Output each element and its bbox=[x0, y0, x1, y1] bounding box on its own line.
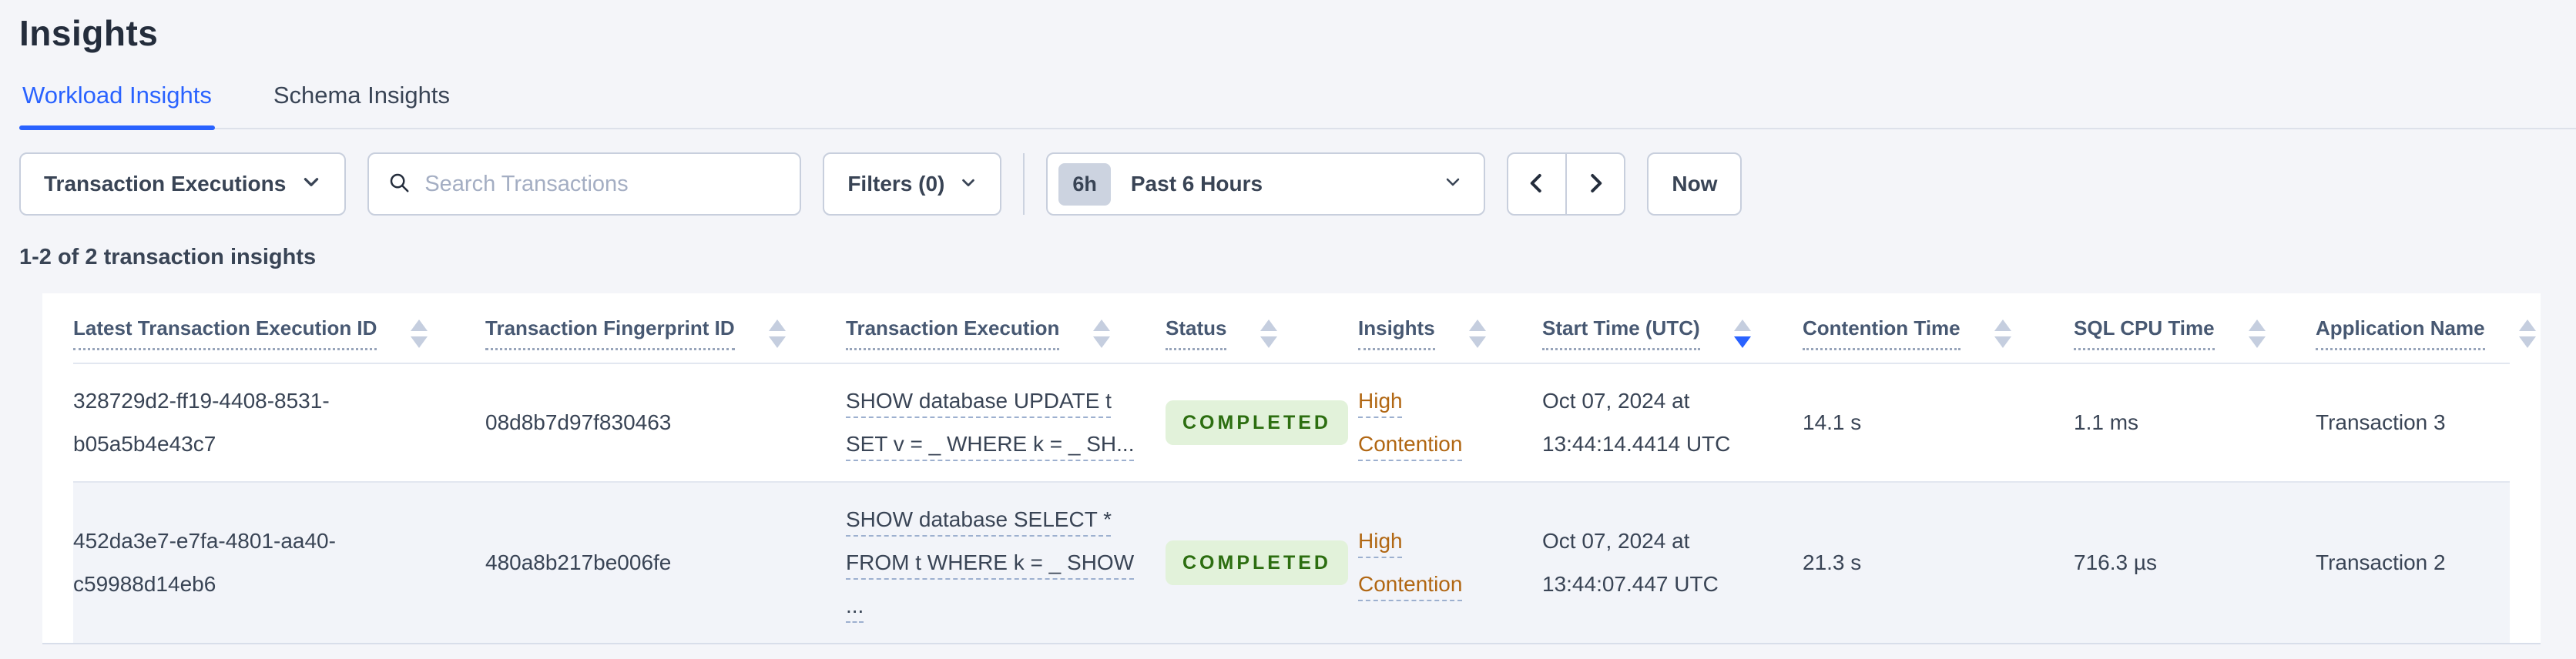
sort-icon[interactable] bbox=[768, 319, 786, 348]
column-header-contention-time[interactable]: Contention Time bbox=[1803, 293, 2074, 364]
chevron-down-icon bbox=[301, 172, 321, 197]
time-range-badge: 6h bbox=[1058, 162, 1111, 206]
sort-icon[interactable] bbox=[411, 319, 428, 348]
sort-icon[interactable] bbox=[1468, 319, 1486, 348]
tab-workload-insights[interactable]: Workload Insights bbox=[19, 77, 215, 130]
insights-table-card: Latest Transaction Execution ID Transact… bbox=[42, 293, 2541, 644]
chevron-right-icon bbox=[1584, 170, 1607, 199]
next-time-button[interactable] bbox=[1565, 152, 1626, 216]
column-header-start-time[interactable]: Start Time (UTC) bbox=[1542, 293, 1803, 364]
sort-icon[interactable] bbox=[1260, 319, 1278, 348]
sort-icon[interactable] bbox=[2248, 319, 2266, 348]
filters-button[interactable]: Filters (0) bbox=[823, 152, 1002, 216]
status-badge: COMPLETED bbox=[1166, 400, 1348, 445]
insights-page: Insights Workload Insights Schema Insigh… bbox=[0, 12, 2576, 659]
transaction-insights-table: Latest Transaction Execution ID Transact… bbox=[73, 293, 2536, 643]
table-row: 328729d2-ff19-4408-8531-b05a5b4e43c7 08d… bbox=[73, 363, 2510, 482]
sort-icon[interactable] bbox=[2518, 319, 2536, 348]
prev-time-button[interactable] bbox=[1507, 152, 1568, 216]
transaction-execution-link[interactable]: SHOW database SELECT * FROM t WHERE k = … bbox=[846, 498, 1134, 627]
page-title: Insights bbox=[19, 13, 159, 53]
fingerprint-id: 480a8b217be006fe bbox=[485, 550, 672, 574]
now-button[interactable]: Now bbox=[1647, 152, 1742, 216]
fingerprint-id: 08d8b7d97f830463 bbox=[485, 410, 672, 434]
tab-schema-insights[interactable]: Schema Insights bbox=[270, 77, 453, 128]
start-time: Oct 07, 2024 at 13:44:07.447 UTC bbox=[1542, 529, 1719, 596]
column-header-insights[interactable]: Insights bbox=[1358, 293, 1542, 364]
chevron-down-icon bbox=[1444, 172, 1462, 196]
application-name: Transaction 2 bbox=[2316, 550, 2446, 574]
chevron-left-icon bbox=[1525, 170, 1548, 199]
toolbar-divider bbox=[1023, 153, 1025, 215]
transaction-type-select[interactable]: Transaction Executions bbox=[19, 152, 347, 216]
sql-cpu-time: 1.1 ms bbox=[2074, 410, 2139, 434]
column-header-sql-cpu-time[interactable]: SQL CPU Time bbox=[2074, 293, 2316, 364]
latest-execution-id: 452da3e7-e7fa-4801-aa40-c59988d14eb6 bbox=[73, 529, 336, 596]
time-range-label: Past 6 Hours bbox=[1130, 172, 1263, 196]
search-icon bbox=[387, 171, 411, 198]
sort-icon[interactable] bbox=[1093, 319, 1111, 348]
latest-execution-id: 328729d2-ff19-4408-8531-b05a5b4e43c7 bbox=[73, 389, 330, 456]
status-badge: COMPLETED bbox=[1166, 540, 1348, 585]
column-header-transaction-fingerprint-id[interactable]: Transaction Fingerprint ID bbox=[485, 293, 846, 364]
sort-icon[interactable] bbox=[1994, 319, 2011, 348]
transaction-type-select-label: Transaction Executions bbox=[44, 172, 287, 196]
start-time: Oct 07, 2024 at 13:44:14.4414 UTC bbox=[1542, 389, 1731, 456]
filters-button-label: Filters (0) bbox=[847, 172, 945, 196]
table-header-row: Latest Transaction Execution ID Transact… bbox=[73, 293, 2536, 364]
time-range-picker[interactable]: 6h Past 6 Hours bbox=[1046, 152, 1486, 216]
transaction-execution-link[interactable]: SHOW database UPDATE t SET v = _ WHERE k… bbox=[846, 380, 1135, 466]
time-pager bbox=[1507, 152, 1626, 216]
search-input-wrapper bbox=[367, 152, 802, 216]
sort-icon-active-desc[interactable] bbox=[1733, 319, 1751, 348]
tab-schema-insights-label: Schema Insights bbox=[273, 82, 450, 109]
results-count: 1-2 of 2 transaction insights bbox=[19, 245, 317, 269]
search-input[interactable] bbox=[424, 171, 782, 197]
toolbar: Transaction Executions Filters (0) 6h Pa… bbox=[19, 152, 2576, 216]
contention-time: 14.1 s bbox=[1803, 410, 1862, 434]
chevron-down-icon bbox=[960, 172, 977, 196]
sql-cpu-time: 716.3 µs bbox=[2074, 550, 2157, 574]
contention-time: 21.3 s bbox=[1803, 550, 1862, 574]
column-header-application-name[interactable]: Application Name bbox=[2316, 293, 2536, 364]
column-header-latest-transaction-execution-id[interactable]: Latest Transaction Execution ID bbox=[73, 293, 485, 364]
tabs-bar: Workload Insights Schema Insights bbox=[19, 77, 2576, 130]
tab-workload-insights-label: Workload Insights bbox=[22, 82, 212, 109]
high-contention-link[interactable]: High Contention bbox=[1358, 520, 1488, 606]
column-header-transaction-execution[interactable]: Transaction Execution bbox=[846, 293, 1166, 364]
table-row: 452da3e7-e7fa-4801-aa40-c59988d14eb6 480… bbox=[73, 482, 2510, 643]
application-name: Transaction 3 bbox=[2316, 410, 2446, 434]
high-contention-link[interactable]: High Contention bbox=[1358, 380, 1488, 466]
column-header-status[interactable]: Status bbox=[1166, 293, 1358, 364]
